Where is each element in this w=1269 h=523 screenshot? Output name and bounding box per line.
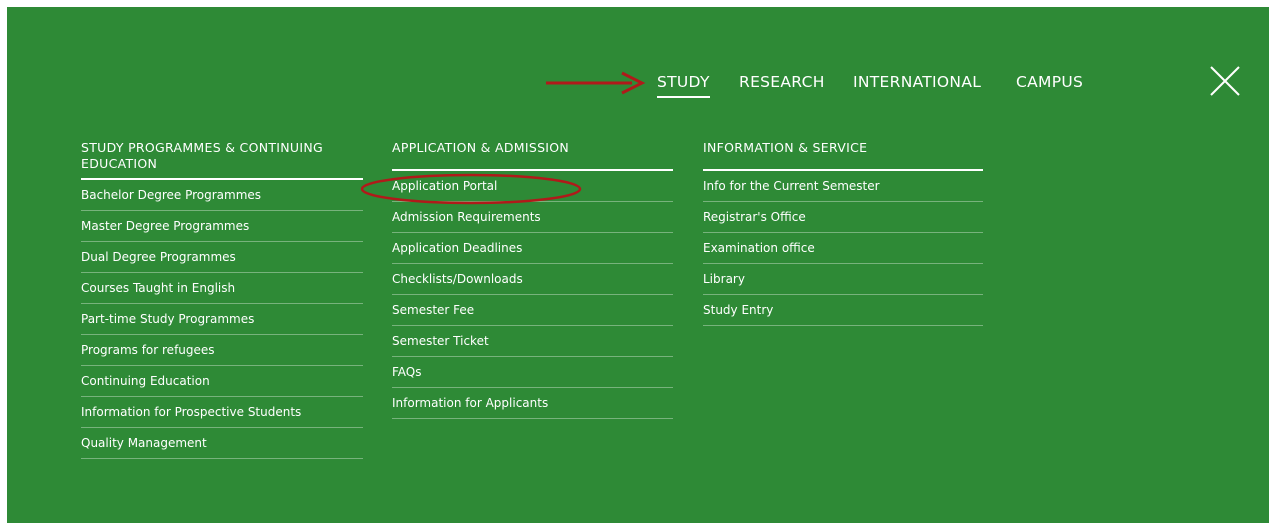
menu-link[interactable]: Registrar's Office	[703, 202, 983, 233]
menu-link[interactable]: Continuing Education	[81, 366, 363, 397]
column-list: Application Portal Admission Requirement…	[392, 171, 673, 419]
menu-link[interactable]: Master Degree Programmes	[81, 211, 363, 242]
menu-link[interactable]: Information for Prospective Students	[81, 397, 363, 428]
menu-link[interactable]: Quality Management	[81, 428, 363, 459]
menu-link[interactable]: Bachelor Degree Programmes	[81, 180, 363, 211]
nav-item-study[interactable]: STUDY	[657, 73, 710, 98]
close-button[interactable]	[1207, 63, 1243, 99]
menu-link[interactable]: Study Entry	[703, 295, 983, 326]
menu-link[interactable]: Part-time Study Programmes	[81, 304, 363, 335]
nav-item-campus[interactable]: CAMPUS	[1016, 73, 1083, 91]
menu-link[interactable]: Semester Ticket	[392, 326, 673, 357]
column-study-programmes: STUDY PROGRAMMES & CONTINUING EDUCATION …	[81, 140, 363, 459]
annotation-arrow	[546, 71, 646, 95]
column-list: Info for the Current Semester Registrar'…	[703, 171, 983, 326]
column-heading: INFORMATION & SERVICE	[703, 140, 983, 171]
menu-link[interactable]: Information for Applicants	[392, 388, 673, 419]
menu-link[interactable]: Semester Fee	[392, 295, 673, 326]
column-heading: APPLICATION & ADMISSION	[392, 140, 673, 171]
menu-link[interactable]: Checklists/Downloads	[392, 264, 673, 295]
annotation-highlight-ellipse	[360, 173, 582, 205]
menu-link[interactable]: Info for the Current Semester	[703, 171, 983, 202]
nav-item-research[interactable]: RESEARCH	[739, 73, 825, 91]
menu-link[interactable]: Dual Degree Programmes	[81, 242, 363, 273]
menu-link[interactable]: FAQs	[392, 357, 673, 388]
column-list: Bachelor Degree Programmes Master Degree…	[81, 180, 363, 459]
menu-link[interactable]: Courses Taught in English	[81, 273, 363, 304]
menu-link[interactable]: Programs for refugees	[81, 335, 363, 366]
menu-link[interactable]: Admission Requirements	[392, 202, 673, 233]
menu-link[interactable]: Examination office	[703, 233, 983, 264]
column-information-service: INFORMATION & SERVICE Info for the Curre…	[703, 140, 983, 326]
close-icon	[1210, 66, 1240, 96]
menu-link[interactable]: Application Deadlines	[392, 233, 673, 264]
mega-menu-panel: STUDY RESEARCH INTERNATIONAL CAMPUS STUD…	[7, 7, 1269, 523]
column-heading: STUDY PROGRAMMES & CONTINUING EDUCATION	[81, 140, 363, 180]
nav-item-international[interactable]: INTERNATIONAL	[853, 73, 981, 91]
menu-link[interactable]: Library	[703, 264, 983, 295]
